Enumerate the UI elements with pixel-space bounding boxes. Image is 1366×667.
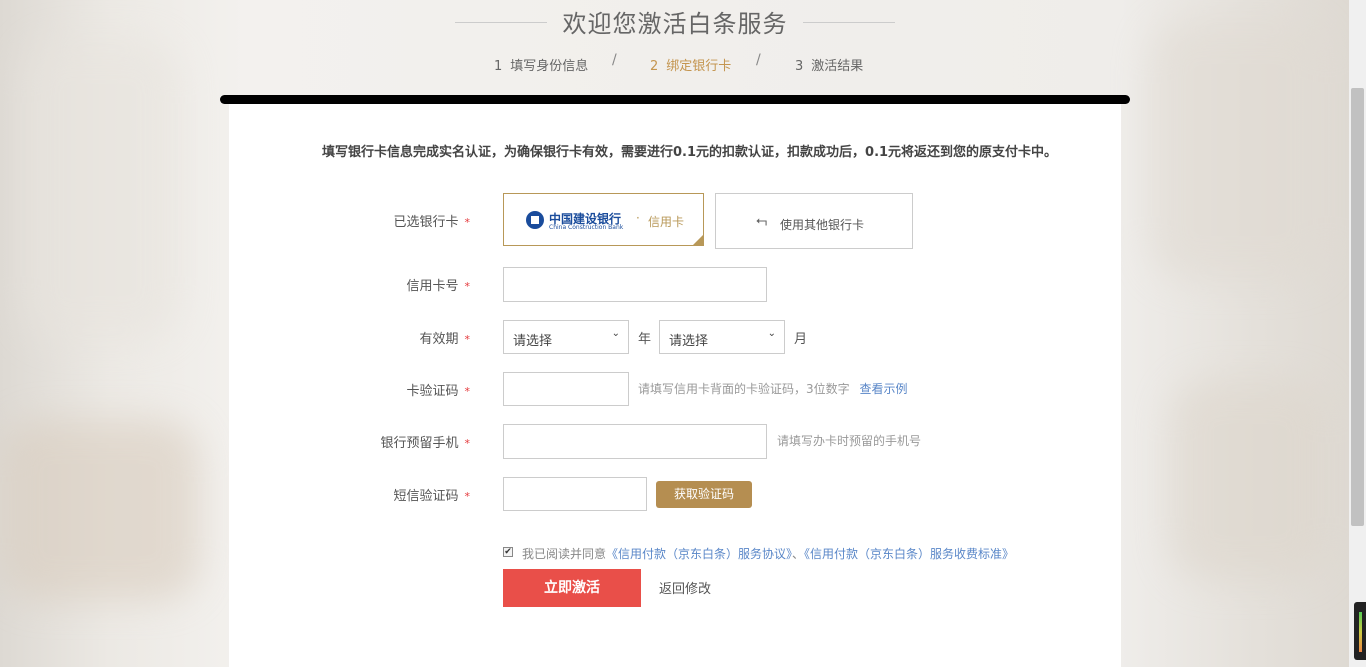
background-decoration	[1150, 20, 1330, 280]
phone-label: 银行预留手机 *	[380, 436, 470, 451]
year-unit: 年	[638, 332, 652, 347]
verification-notice: 填写银行卡信息完成实名认证，为确保银行卡有效，需要进行0.1元的扣款认证，扣款成…	[322, 145, 1058, 160]
selected-corner-icon	[693, 235, 703, 245]
expiry-month-select[interactable]: 请选择 ⌄	[659, 320, 785, 354]
bank-dot: ·	[636, 211, 640, 225]
step-2: 2 绑定银行卡	[650, 59, 732, 74]
card-type: 信用卡	[648, 215, 685, 229]
step-separator: /	[756, 52, 761, 68]
side-widget[interactable]	[1354, 602, 1366, 660]
selected-bank-card[interactable]: 中国建设银行 China Construction Bank · 信用卡	[503, 193, 704, 246]
agreement-text: 我已阅读并同意《信用付款（京东白条）服务协议》、《信用付款（京东白条）服务收费标…	[522, 547, 1015, 561]
phone-input[interactable]	[503, 424, 767, 459]
card-number-input[interactable]	[503, 267, 767, 302]
step-separator: /	[612, 52, 617, 68]
card-number-label: 信用卡号 *	[406, 279, 470, 294]
back-arrow-icon: ⮢	[756, 213, 768, 229]
background-decoration	[1170, 380, 1330, 580]
get-code-button[interactable]: 获取验证码	[656, 481, 752, 508]
step-indicator: 1 填写身份信息 / 2 绑定银行卡 / 3 激活结果	[490, 52, 890, 75]
agreement-checkbox[interactable]: ✔	[503, 547, 513, 557]
fee-standard-link[interactable]: 《信用付款（京东白条）服务收费标准》	[804, 547, 1014, 561]
phone-hint: 请填写办卡时预留的手机号	[777, 434, 922, 448]
expiry-label: 有效期 *	[419, 332, 470, 347]
back-modify-link[interactable]: 返回修改	[659, 578, 711, 597]
scrollbar-thumb[interactable]	[1351, 88, 1364, 526]
step-1: 1 填写身份信息	[494, 59, 589, 74]
bank-name-en: China Construction Bank	[549, 224, 624, 231]
cvv-label: 卡验证码 *	[406, 384, 470, 399]
background-decoration	[20, 40, 180, 340]
chevron-down-icon: ⌄	[767, 328, 776, 339]
cvv-input[interactable]	[503, 372, 629, 406]
background-decoration	[0, 420, 200, 600]
chevron-down-icon: ⌄	[611, 328, 620, 339]
sms-label: 短信验证码 *	[393, 489, 470, 504]
step-3: 3 激活结果	[795, 59, 864, 74]
activate-button[interactable]: 立即激活	[503, 569, 641, 607]
month-unit: 月	[794, 332, 808, 347]
cvv-hint: 请填写信用卡背面的卡验证码，3位数字 查看示例	[638, 382, 908, 396]
sms-code-input[interactable]	[503, 477, 647, 511]
service-agreement-link[interactable]: 《信用付款（京东白条）服务协议》	[606, 547, 792, 561]
ccb-logo-icon	[526, 211, 544, 229]
use-other-bank-button[interactable]: ⮢ 使用其他银行卡	[715, 193, 913, 249]
expiry-year-select[interactable]: 请选择 ⌄	[503, 320, 629, 354]
card-top-bar	[220, 95, 1130, 104]
page-title: 欢迎您激活白条服务	[455, 4, 895, 40]
bank-label: 已选银行卡 *	[393, 215, 470, 230]
view-example-link[interactable]: 查看示例	[859, 382, 907, 396]
